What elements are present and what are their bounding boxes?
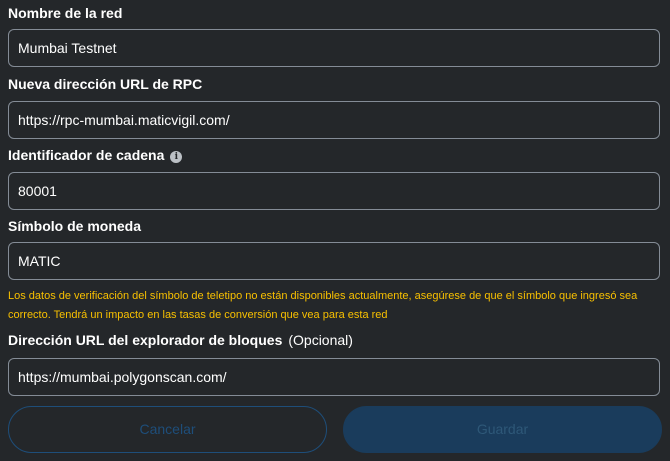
block-explorer-label-row: Dirección URL del explorador de bloques (… bbox=[8, 331, 353, 349]
currency-symbol-label: Símbolo de moneda bbox=[8, 218, 142, 234]
rpc-url-input[interactable] bbox=[8, 101, 660, 139]
rpc-url-label: Nueva dirección URL de RPC bbox=[8, 76, 203, 92]
save-button[interactable]: Guardar bbox=[343, 406, 662, 453]
cancel-button[interactable]: Cancelar bbox=[8, 406, 327, 453]
block-explorer-label: Dirección URL del explorador de bloques bbox=[8, 332, 283, 348]
optional-tag: (Opcional) bbox=[288, 332, 353, 348]
info-icon[interactable]: i bbox=[170, 151, 183, 163]
chain-id-input[interactable] bbox=[8, 172, 660, 210]
add-network-form: Nombre de la red Nueva dirección URL de … bbox=[0, 0, 670, 461]
currency-symbol-warning: Los datos de verificación del símbolo de… bbox=[8, 290, 638, 321]
chain-id-label-row: Identificador de cadena i bbox=[8, 146, 183, 164]
currency-symbol-input[interactable] bbox=[8, 242, 660, 280]
network-name-input[interactable] bbox=[8, 29, 660, 67]
block-explorer-input[interactable] bbox=[8, 358, 660, 396]
network-name-label: Nombre de la red bbox=[8, 5, 123, 21]
chain-id-label: Identificador de cadena bbox=[8, 147, 165, 163]
